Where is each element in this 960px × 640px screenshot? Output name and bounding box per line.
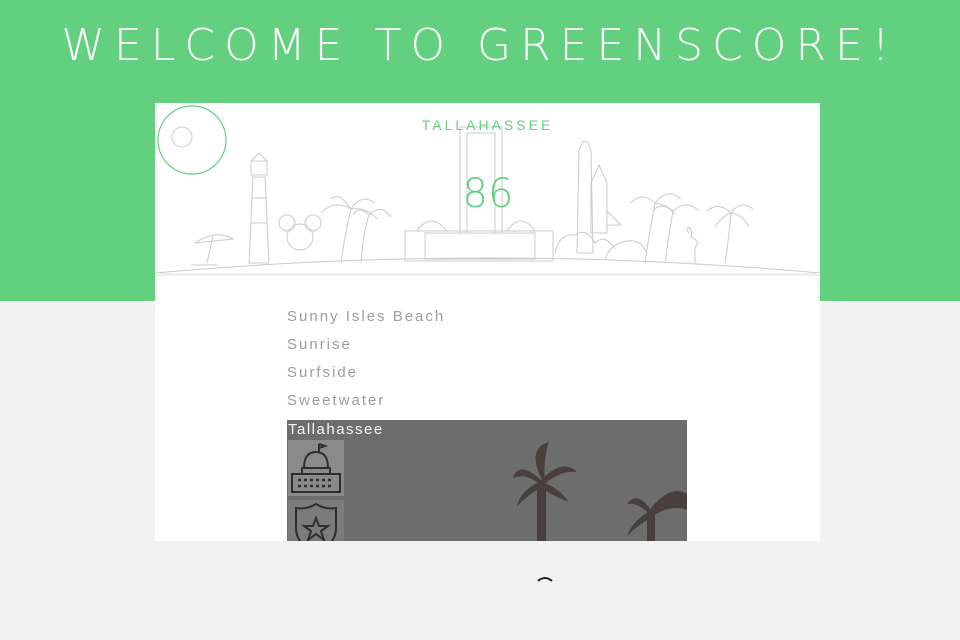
loading-spinner-icon <box>537 577 553 582</box>
selected-city-card[interactable]: Tallahassee <box>287 420 687 541</box>
capitol-building-icon[interactable] <box>288 440 344 496</box>
palm-tree-photo-icon <box>287 420 687 541</box>
city-list-item[interactable]: Sunny Isles Beach <box>287 303 445 331</box>
city-list-item[interactable]: Surfside <box>287 359 445 387</box>
city-list-item[interactable]: Sunrise <box>287 331 445 359</box>
selected-city-label: Tallahassee <box>288 421 384 438</box>
city-list: Sunny Isles Beach Sunrise Surfside Sweet… <box>287 303 445 415</box>
score-ring-icon <box>157 105 227 175</box>
city-card: TALLAHASSEE 86 Sunny Isles Beach Sunrise… <box>155 103 820 541</box>
police-badge-icon <box>295 502 337 541</box>
city-name-heading: TALLAHASSEE <box>421 117 554 133</box>
city-list-item[interactable]: Sweetwater <box>287 387 445 415</box>
green-score-value: 86 <box>462 171 514 217</box>
skyline-banner: TALLAHASSEE 86 <box>155 103 820 276</box>
page-title: WELCOME TO GREENSCORE! <box>61 20 899 71</box>
police-badge-icon[interactable] <box>288 500 344 541</box>
capitol-building-icon <box>291 443 341 493</box>
